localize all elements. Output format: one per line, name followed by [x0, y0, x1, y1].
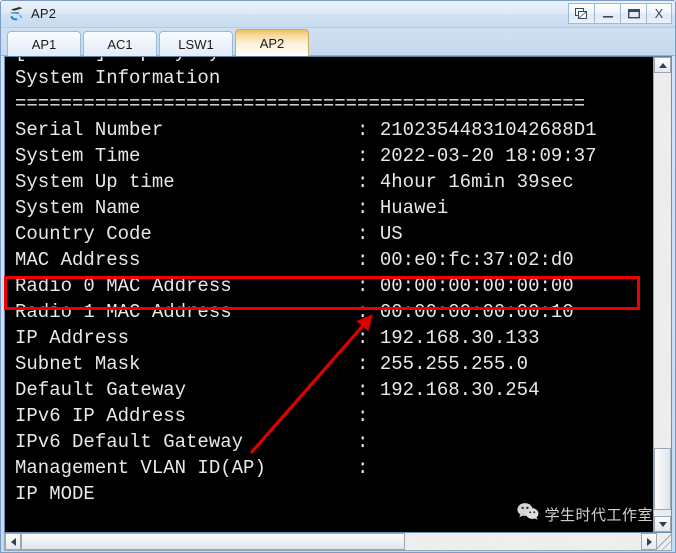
close-icon-label: X	[654, 6, 664, 21]
window-controls: X	[568, 3, 672, 24]
chevron-down-icon	[658, 521, 667, 527]
terminal-screen[interactable]: [Huawei]display system-information Syste…	[5, 57, 653, 532]
scroll-right-button[interactable]	[641, 533, 657, 550]
terminal-area: [Huawei]display system-information Syste…	[4, 56, 672, 533]
window-title: AP2	[31, 6, 57, 21]
tab-ap1[interactable]: AP1	[7, 31, 81, 56]
title-bar: AP2 X	[1, 1, 675, 28]
scroll-up-button[interactable]	[654, 57, 671, 73]
enspdevice-icon	[8, 5, 26, 23]
console-window: AP2 X AP1 AC1 LSW1 AP2 System Informatio…	[0, 0, 676, 553]
chevron-right-icon	[646, 537, 652, 546]
scroll-down-button[interactable]	[654, 516, 671, 532]
tab-label: AC1	[107, 36, 133, 52]
chevron-left-icon	[10, 537, 16, 546]
vertical-scroll-track[interactable]	[654, 73, 671, 516]
vertical-scrollbar[interactable]	[653, 57, 671, 532]
restore-windows-button[interactable]	[568, 3, 594, 24]
tab-label: AP2	[259, 35, 285, 51]
close-button[interactable]: X	[646, 3, 672, 24]
terminal-output: [Huawei]display system-information Syste…	[15, 57, 597, 505]
minimize-button[interactable]	[594, 3, 620, 24]
window-resize-grip[interactable]	[657, 533, 671, 550]
maximize-button[interactable]	[620, 3, 646, 24]
horizontal-scroll-track[interactable]	[21, 533, 641, 550]
tab-ap2[interactable]: AP2	[235, 29, 309, 56]
scroll-left-button[interactable]	[5, 533, 21, 550]
horizontal-scrollbar[interactable]	[4, 533, 672, 551]
tab-label: LSW1	[178, 36, 214, 52]
tab-lsw1[interactable]: LSW1	[159, 31, 233, 56]
tab-label: AP1	[31, 36, 57, 52]
chevron-up-icon	[658, 62, 667, 68]
device-tab-bar: AP1 AC1 LSW1 AP2	[1, 28, 675, 56]
vertical-scroll-thumb[interactable]	[654, 448, 671, 510]
tab-ac1[interactable]: AC1	[83, 31, 157, 56]
horizontal-scroll-thumb[interactable]	[21, 533, 406, 550]
